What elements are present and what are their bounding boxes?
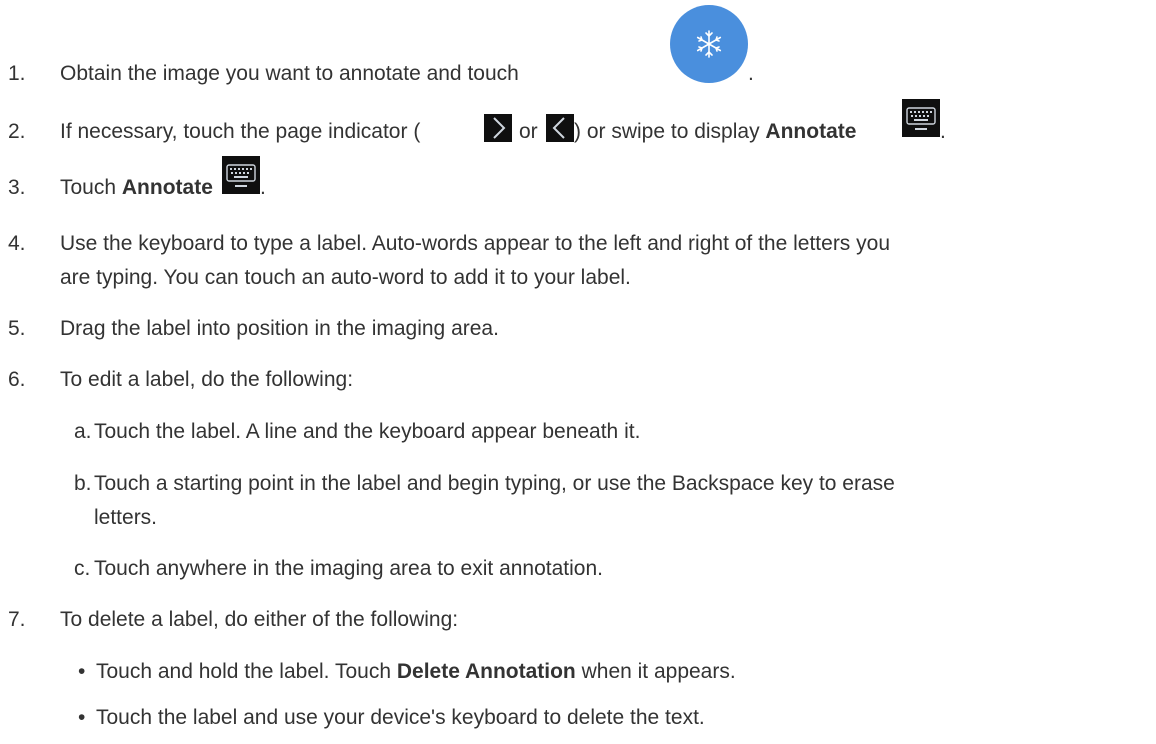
step-text: To edit a label, do the following: <box>60 368 354 391</box>
chevron-right-icon <box>493 117 506 139</box>
substep-text: Touch the label. A line and the keyboard… <box>94 420 641 443</box>
step-text: Drag the label into position in the imag… <box>60 317 499 340</box>
substep-letter: b. <box>74 472 92 495</box>
step-1-period: . <box>748 62 754 85</box>
page-indicator-next <box>484 114 512 142</box>
substep-text-line-2: letters. <box>94 506 158 529</box>
chevron-left-icon <box>552 117 565 139</box>
step-text-line-1: Use the keyboard to type a label. Auto-w… <box>60 232 891 255</box>
bullet-mark: • <box>78 660 86 683</box>
substep-text-line-1: Touch a starting point in the label and … <box>94 472 895 495</box>
annotate-keyboard-image <box>902 99 940 137</box>
bullet-text: Touch and hold the label. Touch <box>96 660 392 683</box>
bullet-mark: • <box>78 706 86 729</box>
substep-letter: c. <box>74 557 91 580</box>
freeze-button-image <box>670 5 748 83</box>
step-number: 2. <box>8 120 26 143</box>
step-text: Touch <box>60 176 117 199</box>
annotate-label: Annotate <box>121 176 213 199</box>
step-2-period: . <box>940 120 946 143</box>
step-text: If necessary, touch the page indicator ( <box>60 120 421 143</box>
delete-annotation-label: Delete Annotation <box>396 660 576 683</box>
snowflake-icon <box>696 30 722 58</box>
step-number: 1. <box>8 62 26 85</box>
bullet-text: Touch the label and use your device's ke… <box>96 706 705 729</box>
step-text-line-2: are typing. You can touch an auto-word t… <box>60 266 631 289</box>
bullet-text-end: when it appears. <box>581 660 736 683</box>
substep-text: Touch anywhere in the imaging area to ex… <box>94 557 603 580</box>
step-number: 6. <box>8 368 26 391</box>
annotate-label: Annotate <box>765 120 857 143</box>
step-number: 3. <box>8 176 26 199</box>
step-text: ) or swipe to display <box>574 120 760 143</box>
step-3-period: . <box>260 176 266 199</box>
substep-letter: a. <box>74 420 92 443</box>
instruction-document: 1. Obtain the image you want to annotate… <box>0 0 1156 744</box>
keyboard-icon <box>906 107 936 130</box>
page-indicator-prev <box>546 114 574 142</box>
step-number: 5. <box>8 317 26 340</box>
or-text: or <box>519 120 538 143</box>
keyboard-icon <box>226 164 256 187</box>
step-text: To delete a label, do either of the foll… <box>60 608 459 631</box>
step-number: 7. <box>8 608 26 631</box>
step-text: Obtain the image you want to annotate an… <box>60 62 519 85</box>
annotate-keyboard-image <box>222 156 260 194</box>
step-number: 4. <box>8 232 26 255</box>
